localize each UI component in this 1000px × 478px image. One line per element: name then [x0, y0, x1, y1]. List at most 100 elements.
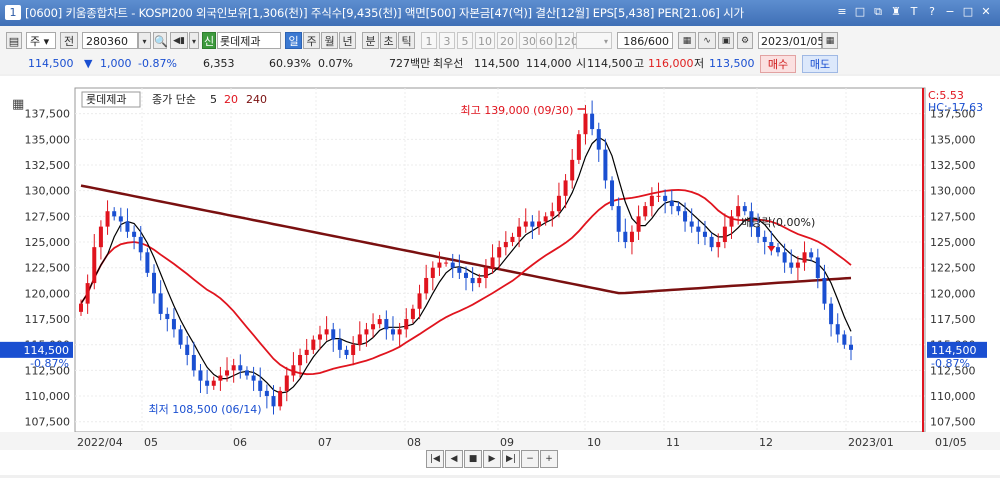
candle-body: [404, 319, 409, 330]
menu-icon[interactable]: ≡: [834, 3, 850, 21]
interval-120[interactable]: 120: [556, 32, 578, 49]
buy-button[interactable]: 매수: [760, 55, 796, 73]
candle-body: [337, 339, 342, 350]
chart-canvas[interactable]: 137,500 137,500135,000 135,000132,500 132,5…: [0, 76, 1000, 475]
x-tick-label: 10: [587, 436, 601, 449]
count-field[interactable]: 186/600: [617, 32, 673, 49]
candle-body: [125, 221, 130, 232]
low-price: 113,500: [709, 57, 755, 70]
minimize-button[interactable]: −: [942, 3, 958, 21]
calendar-icon[interactable]: ▦: [822, 32, 838, 49]
nav-zoom-in-icon[interactable]: +: [540, 450, 558, 468]
candle-body: [271, 396, 276, 407]
candle-body: [211, 380, 216, 386]
interval-10[interactable]: 10: [475, 32, 495, 49]
candle-body: [570, 159, 575, 181]
candle-body: [523, 221, 528, 227]
prev-button[interactable]: 전: [60, 32, 78, 49]
interval-5[interactable]: 5: [457, 32, 473, 49]
period-button-day[interactable]: 일: [285, 32, 302, 49]
candle-body: [165, 313, 170, 320]
sound-icon[interactable]: ◀▮: [170, 32, 188, 49]
candle-body: [656, 195, 661, 197]
candle-body: [722, 226, 727, 243]
window-number: 1: [5, 5, 21, 20]
tile-icon[interactable]: ⧉: [870, 3, 886, 21]
x-tick-label: 2023/01: [848, 436, 894, 449]
period-button-month[interactable]: 월: [321, 32, 338, 49]
date-input[interactable]: 2023/01/05: [758, 32, 824, 49]
interval-dropdown[interactable]: ▾: [576, 32, 612, 49]
grid-settings-icon[interactable]: ▤: [6, 32, 22, 49]
period-button-tick[interactable]: 틱: [398, 32, 415, 49]
maximize-button[interactable]: □: [960, 3, 976, 21]
indicator-label: 종가 단순: [152, 93, 196, 106]
candle-body: [437, 262, 442, 268]
y-tick-label-left: 117,500: [25, 313, 71, 326]
candle-body: [789, 262, 794, 268]
close-button[interactable]: ✕: [978, 3, 994, 21]
frame-icon[interactable]: □: [852, 3, 868, 21]
trade-amount: 727백만: [389, 57, 431, 70]
period-button-year[interactable]: 년: [339, 32, 356, 49]
candle-body: [238, 365, 243, 371]
candle-body: [470, 277, 475, 284]
best-ask: 114,500: [474, 57, 520, 70]
candle-body: [198, 370, 203, 381]
y-tick-label-left: 125,000: [25, 236, 71, 249]
candle-body: [762, 236, 767, 243]
y-tick-label-left: 137,500: [25, 108, 71, 121]
nav-play-icon[interactable]: ▶: [483, 450, 501, 468]
candle-body: [623, 231, 628, 243]
save-icon[interactable]: ▣: [718, 32, 734, 49]
nav-stop-icon[interactable]: ■: [464, 450, 482, 468]
candle-body: [85, 283, 90, 304]
interval-60[interactable]: 60: [536, 32, 556, 49]
candle-body: [736, 206, 741, 217]
nav-first-icon[interactable]: |◀: [426, 450, 444, 468]
chart-tools-icon[interactable]: ▦: [678, 32, 696, 49]
candle-body: [795, 262, 800, 268]
x-tick-label: 05: [144, 436, 158, 449]
stock-code-input[interactable]: 280360: [82, 32, 138, 49]
chart-toolbar: ▤ 주 ▾ 전 280360 ▾ 🔍 ◀▮ ▾ 신 롯데제과 일 주 월 년 분…: [0, 26, 1000, 55]
help-icon[interactable]: ?: [924, 3, 940, 21]
candle-body: [205, 380, 210, 386]
sound-dropdown-icon[interactable]: ▾: [189, 32, 199, 49]
candle-body: [264, 390, 269, 397]
candle-body: [377, 319, 382, 325]
nav-zoom-out-icon[interactable]: −: [521, 450, 539, 468]
period-button-minute[interactable]: 분: [362, 32, 379, 49]
candle-body: [829, 303, 834, 325]
y-tick-label-right: 132,500: [930, 159, 976, 172]
code-dropdown-icon[interactable]: ▾: [138, 32, 151, 49]
nav-prev-icon[interactable]: ◀: [445, 450, 463, 468]
candle-body: [716, 242, 721, 248]
interval-3[interactable]: 3: [439, 32, 455, 49]
sell-button[interactable]: 매도: [802, 55, 838, 73]
candle-body: [298, 354, 303, 366]
price-chart[interactable]: 137,500 137,500 135,000 135,000 132,500 132,5…: [0, 76, 1000, 475]
right-hc-value: HC:-17.63: [928, 101, 983, 114]
candle-body: [152, 272, 157, 294]
low-annotation: 최저 108,500 (06/14): [148, 403, 261, 416]
candle-body: [364, 329, 369, 335]
x-tick-label: 06: [233, 436, 247, 449]
indicator-icon[interactable]: ∿: [698, 32, 716, 49]
market-select[interactable]: 주 ▾: [26, 32, 56, 49]
search-icon[interactable]: 🔍: [153, 32, 168, 49]
period-button-second[interactable]: 초: [380, 32, 397, 49]
font-icon[interactable]: T: [906, 3, 922, 21]
pin-icon[interactable]: ♜: [888, 3, 904, 21]
settings-gear-icon[interactable]: ⚙: [737, 32, 753, 49]
period-button-week[interactable]: 주: [303, 32, 320, 49]
candle-body: [556, 195, 561, 212]
y-tick-label-right: 127,500: [930, 210, 976, 223]
interval-1[interactable]: 1: [421, 32, 437, 49]
candle-body: [225, 370, 230, 376]
candle-body: [610, 180, 615, 207]
nav-last-icon[interactable]: ▶|: [502, 450, 520, 468]
candle-body: [98, 226, 103, 248]
interval-20[interactable]: 20: [497, 32, 517, 49]
candle-body: [178, 329, 183, 345]
